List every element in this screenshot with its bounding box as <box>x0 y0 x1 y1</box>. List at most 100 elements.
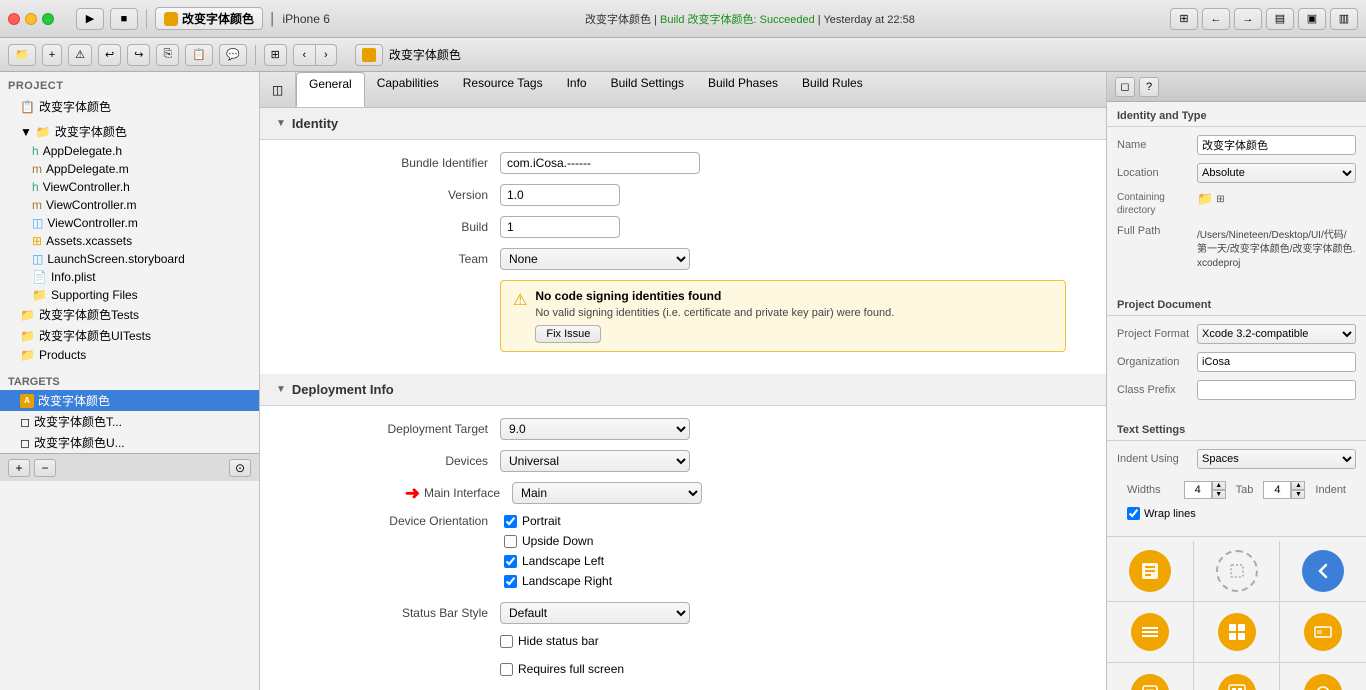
deployment-section-header[interactable]: ▼ Deployment Info <box>260 374 1106 406</box>
landscape-right-checkbox[interactable] <box>504 575 517 588</box>
build-input[interactable] <box>500 216 620 238</box>
icon-btn-4[interactable] <box>1107 602 1194 662</box>
fullscreen-checkbox[interactable] <box>500 663 513 676</box>
deployment-target-select[interactable]: 9.0 <box>500 418 690 440</box>
view-toggle-1[interactable]: ⊞ <box>1170 8 1198 30</box>
comment-button[interactable]: 💬 <box>219 44 247 66</box>
sidebar-file-assets[interactable]: ⊞ Assets.xcassets <box>0 232 259 250</box>
tab-build-settings[interactable]: Build Settings <box>599 72 696 107</box>
back-button[interactable]: ← <box>1202 8 1230 30</box>
sidebar-target-2[interactable]: ◻ 改变字体颜色U... <box>0 432 259 453</box>
identity-section-header[interactable]: ▼ Identity <box>260 108 1106 140</box>
status-bar-select[interactable]: Default <box>500 602 690 624</box>
redo-button[interactable]: ↪ <box>127 44 150 66</box>
tab-stepper-down[interactable]: ▼ <box>1212 490 1226 499</box>
icon-btn-3[interactable] <box>1280 541 1366 601</box>
sidebar-file-viewcontroller-m[interactable]: m ViewController.m <box>0 196 259 214</box>
tab-general[interactable]: General <box>296 72 365 107</box>
right-location-select[interactable]: Absolute <box>1197 163 1356 183</box>
portrait-label: Portrait <box>522 514 561 528</box>
tab-build-phases[interactable]: Build Phases <box>696 72 790 107</box>
run-button[interactable]: ▶ <box>76 8 104 30</box>
sidebar-file-root[interactable]: ▼ 📁 改变字体颜色 <box>0 121 259 142</box>
icon-btn-1[interactable] <box>1107 541 1194 601</box>
landscape-left-checkbox[interactable] <box>504 555 517 568</box>
sidebar-file-launchscreen[interactable]: ◫ LaunchScreen.storyboard <box>0 250 259 268</box>
folder-icon4: 📁 <box>20 329 35 343</box>
filter-button[interactable]: ⊙ <box>229 459 251 477</box>
hide-status-bar-label: Hide status bar <box>518 634 599 648</box>
main-interface-select[interactable]: Main <box>512 482 702 504</box>
tab-info[interactable]: Info <box>555 72 599 107</box>
right-org-input[interactable] <box>1197 352 1356 372</box>
forward-button[interactable]: → <box>1234 8 1262 30</box>
scheme-title[interactable]: 改变字体颜色 <box>155 7 263 30</box>
sidebar-file-uitests[interactable]: 📁 改变字体颜色UITests <box>0 325 259 346</box>
sidebar-file-supporting[interactable]: 📁 Supporting Files <box>0 286 259 304</box>
wrap-lines-checkbox[interactable] <box>1127 507 1140 520</box>
right-indent-select[interactable]: Spaces <box>1197 449 1356 469</box>
team-select[interactable]: None <box>500 248 690 270</box>
layout-button[interactable]: ⊞ <box>264 44 287 66</box>
panel-right[interactable]: ▥ <box>1330 8 1358 30</box>
folder-button[interactable]: 📁 <box>8 44 36 66</box>
paste-button[interactable]: 📋 <box>185 44 213 66</box>
tab-resource-tags[interactable]: Resource Tags <box>451 72 555 107</box>
file-inspector-btn[interactable]: ◻ <box>1115 77 1135 97</box>
sidebar-file-tests[interactable]: 📁 改变字体颜色Tests <box>0 304 259 325</box>
portrait-checkbox[interactable] <box>504 515 517 528</box>
icon-btn-7[interactable] <box>1107 663 1194 690</box>
panel-center[interactable]: ▣ <box>1298 8 1326 30</box>
hide-status-bar-checkbox[interactable] <box>500 635 513 648</box>
file-icon-btn[interactable] <box>355 44 383 66</box>
indent-stepper-down[interactable]: ▼ <box>1291 490 1305 499</box>
sidebar-file-appdelegate-h[interactable]: h AppDelegate.h <box>0 142 259 160</box>
sidebar-item-project[interactable]: 📋 改变字体颜色 <box>0 96 259 117</box>
icon-btn-5[interactable] <box>1194 602 1281 662</box>
folder-icon3: 📁 <box>20 308 35 322</box>
copy-button[interactable]: ⎘ <box>156 44 179 66</box>
warning-button[interactable]: ⚠ <box>68 44 92 66</box>
add-button[interactable]: + <box>42 44 62 66</box>
right-format-select[interactable]: Xcode 3.2-compatible <box>1197 324 1356 344</box>
add-item-button[interactable]: + <box>8 459 30 477</box>
devices-select[interactable]: Universal <box>500 450 690 472</box>
sidebar-file-main-storyboard[interactable]: ◫ ViewController.m <box>0 214 259 232</box>
tab-stepper-up[interactable]: ▲ <box>1212 481 1226 490</box>
build-status-text: 改变字体颜色 | Build 改变字体颜色: Succeeded | Yeste… <box>585 11 915 27</box>
version-input[interactable] <box>500 184 620 206</box>
project-folder-icon: 📋 <box>20 100 35 114</box>
sidebar-file-products[interactable]: 📁 Products <box>0 346 259 364</box>
upside-down-checkbox[interactable] <box>504 535 517 548</box>
sidebar-target-0[interactable]: A 改变字体颜色 <box>0 390 259 411</box>
nav-back[interactable]: ‹ <box>293 44 315 66</box>
undo-button[interactable]: ↩ <box>98 44 121 66</box>
panel-left[interactable]: ▤ <box>1266 8 1294 30</box>
right-name-label: Name <box>1117 139 1197 151</box>
minimize-button[interactable] <box>25 13 37 25</box>
sidebar-file-viewcontroller-h[interactable]: h ViewController.h <box>0 178 259 196</box>
icon-btn-9[interactable] <box>1280 663 1366 690</box>
icon-btn-6[interactable] <box>1280 602 1366 662</box>
editor-icon-btn[interactable]: ◫ <box>260 72 296 107</box>
file-root-name: 改变字体颜色 <box>55 123 127 140</box>
stop-button[interactable]: ■ <box>110 8 138 30</box>
quick-help-btn[interactable]: ? <box>1139 77 1159 97</box>
icon-btn-8[interactable] <box>1194 663 1281 690</box>
maximize-button[interactable] <box>42 13 54 25</box>
nav-forward[interactable]: › <box>315 44 337 66</box>
indent-stepper-up[interactable]: ▲ <box>1291 481 1305 490</box>
right-name-input[interactable] <box>1197 135 1356 155</box>
sidebar-file-infoplist[interactable]: 📄 Info.plist <box>0 268 259 286</box>
close-button[interactable] <box>8 13 20 25</box>
icon-btn-2[interactable] <box>1194 541 1281 601</box>
bundle-id-input[interactable] <box>500 152 700 174</box>
tab-capabilities[interactable]: Capabilities <box>365 72 451 107</box>
fix-issue-button[interactable]: Fix Issue <box>535 325 601 343</box>
tab-build-rules[interactable]: Build Rules <box>790 72 875 107</box>
sidebar-target-1[interactable]: ◻ 改变字体颜色T... <box>0 411 259 432</box>
right-prefix-input[interactable] <box>1197 380 1356 400</box>
remove-item-button[interactable]: − <box>34 459 56 477</box>
dir-icon-btn[interactable]: ⊞ <box>1216 194 1224 205</box>
sidebar-file-appdelegate-m[interactable]: m AppDelegate.m <box>0 160 259 178</box>
